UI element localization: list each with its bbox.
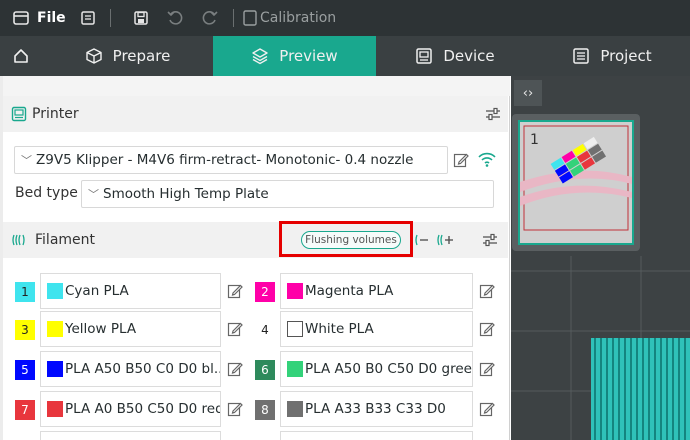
filament-name: PLA A50 B50 C0 D0 bl... [65, 361, 221, 377]
printer-section-title: Printer [32, 106, 79, 122]
filament-number-badge[interactable]: 1 [15, 282, 35, 302]
edit-filament-icon[interactable] [479, 401, 495, 417]
filament-select-10[interactable] [280, 431, 473, 440]
filament-select-5[interactable]: PLA A50 B50 C0 D0 bl... [40, 351, 221, 387]
tab-project[interactable]: Project [534, 36, 690, 76]
filament-name: PLA A33 B33 C33 D0 [305, 401, 446, 417]
chevron-down-icon: ﹀ [88, 188, 99, 201]
tab-device-label: Device [443, 47, 495, 65]
filament-select-7[interactable]: PLA A0 B50 C50 D0 red [40, 391, 221, 427]
filament-number-badge[interactable]: 8 [255, 400, 275, 420]
printer-profile-select[interactable]: ﹀ Z9V5 Klipper - M4V6 firm-retract- Mono… [14, 146, 448, 174]
filament-color-swatch[interactable] [47, 361, 63, 377]
filament-settings-icon[interactable] [481, 231, 499, 249]
file-menu[interactable]: File [37, 10, 66, 26]
bed-type-select[interactable]: ﹀ Smooth High Temp Plate [81, 180, 494, 208]
filament-number-badge[interactable]: 3 [15, 320, 35, 340]
edit-filament-icon[interactable] [227, 401, 243, 417]
save-icon[interactable] [133, 10, 149, 26]
document-icon[interactable] [80, 10, 96, 26]
filament-select-4[interactable]: White PLA [280, 311, 473, 347]
main-tab-bar: Prepare Preview Device Project [0, 36, 690, 76]
filament-name: Magenta PLA [305, 283, 394, 299]
filament-select-8[interactable]: PLA A33 B33 C33 D0 [280, 391, 473, 427]
filament-number-badge[interactable]: 7 [15, 400, 35, 420]
bed-type-label: Bed type [15, 185, 78, 201]
filament-select-9[interactable] [40, 431, 221, 440]
title-separator-2 [233, 9, 234, 27]
filament-color-swatch[interactable] [287, 321, 303, 337]
edit-filament-icon[interactable] [227, 321, 243, 337]
filament-color-swatch[interactable] [47, 401, 63, 417]
remove-filament-icon[interactable] [413, 232, 429, 248]
cube-icon [85, 47, 103, 65]
edit-filament-icon[interactable] [227, 361, 243, 377]
tab-prepare[interactable]: Prepare [42, 36, 213, 76]
printer-section-header: Printer [3, 96, 508, 132]
panel-top-gap [3, 76, 510, 96]
filament-number-badge[interactable]: 2 [255, 282, 275, 302]
filament-select-3[interactable]: Yellow PLA [40, 311, 221, 347]
filament-number-badge[interactable]: 5 [15, 360, 35, 380]
filament-color-swatch[interactable] [287, 283, 303, 299]
list-icon [572, 47, 590, 65]
tab-preview-label: Preview [279, 47, 338, 65]
filament-select-2[interactable]: Magenta PLA [280, 273, 473, 309]
filament-color-swatch[interactable] [47, 321, 63, 337]
title-bar: File Calibration [0, 0, 690, 36]
filament-number-badge[interactable]: 4 [255, 320, 275, 340]
chevron-down-icon: ﹀ [21, 154, 32, 167]
printer-profile-value: Z9V5 Klipper - M4V6 firm-retract- Monoto… [36, 152, 414, 168]
filament-number-badge[interactable]: 6 [255, 360, 275, 380]
edit-filament-icon[interactable] [479, 321, 495, 337]
tab-project-label: Project [600, 47, 652, 65]
filament-color-swatch[interactable] [287, 401, 303, 417]
layers-icon [251, 47, 269, 65]
settings-sliders-icon[interactable] [484, 105, 502, 123]
highlight-box [279, 221, 413, 257]
add-filament-icon[interactable] [436, 232, 454, 248]
edit-filament-icon[interactable] [479, 283, 495, 299]
calibration-icon [243, 10, 257, 26]
filament-section-title: Filament [35, 232, 96, 248]
filament-section-header: Filament [3, 222, 508, 258]
filament-name: Yellow PLA [65, 321, 137, 337]
filament-name: White PLA [305, 321, 374, 337]
device-icon [415, 47, 433, 65]
edit-filament-icon[interactable] [479, 361, 495, 377]
teal-toolpath [591, 338, 690, 440]
filament-color-swatch[interactable] [287, 361, 303, 377]
filament-name: Cyan PLA [65, 283, 129, 299]
tab-preview[interactable]: Preview [213, 36, 376, 76]
edit-printer-icon[interactable] [453, 152, 469, 168]
home-icon [12, 47, 30, 65]
wifi-icon[interactable] [477, 150, 497, 168]
undo-icon[interactable] [166, 9, 184, 27]
redo-icon[interactable] [201, 9, 219, 27]
tab-home[interactable] [0, 36, 42, 76]
filament-select-1[interactable]: Cyan PLA [40, 273, 221, 309]
app-menu-icon[interactable] [12, 9, 30, 27]
edit-filament-icon[interactable] [227, 283, 243, 299]
collapse-sidebar-icon[interactable]: ‹› [514, 80, 542, 106]
printer-icon [11, 106, 27, 122]
filament-name: PLA A0 B50 C50 D0 red [65, 401, 221, 417]
filament-select-6[interactable]: PLA A50 B0 C50 D0 green [280, 351, 473, 387]
tab-prepare-label: Prepare [112, 47, 171, 65]
filament-name: PLA A50 B0 C50 D0 green [305, 361, 473, 377]
plate-number: 1 [530, 132, 539, 148]
bed-type-value: Smooth High Temp Plate [103, 186, 269, 202]
title-separator [110, 9, 111, 27]
tab-device[interactable]: Device [376, 36, 534, 76]
filament-icon [11, 233, 29, 247]
calibration-menu[interactable]: Calibration [260, 10, 336, 26]
filament-color-swatch[interactable] [47, 283, 63, 299]
